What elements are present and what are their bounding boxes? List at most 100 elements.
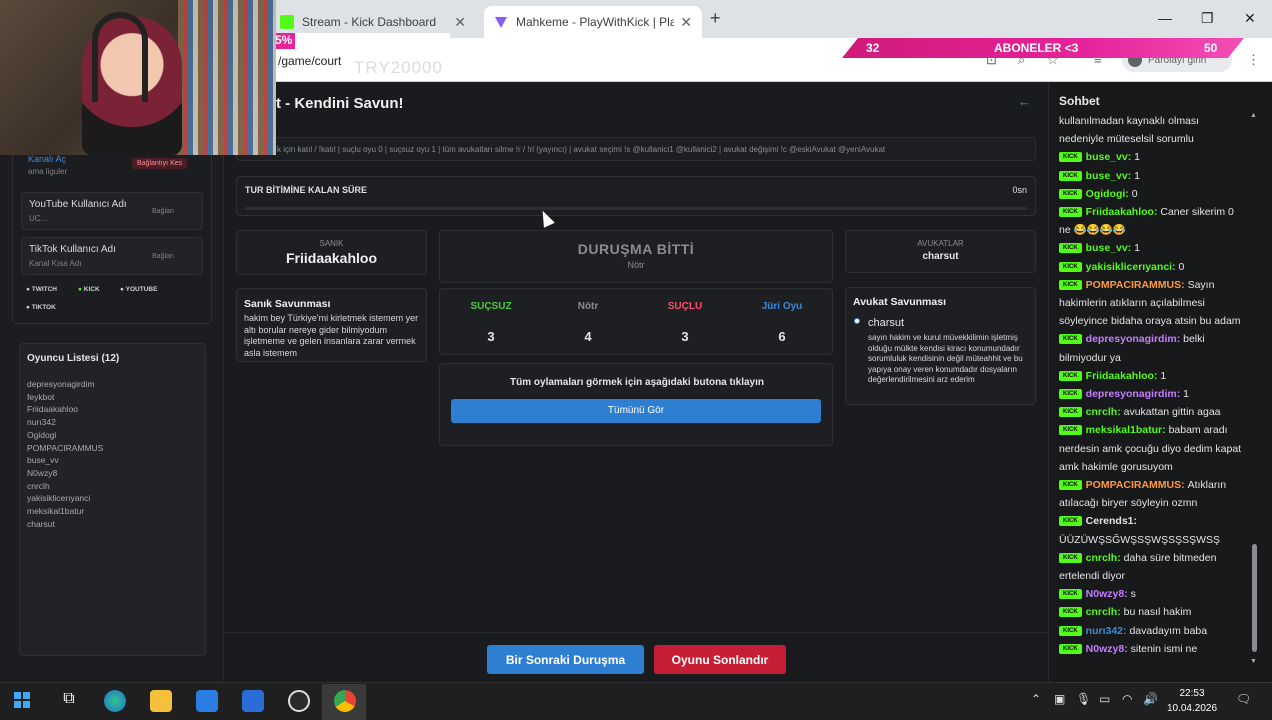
minimize-icon[interactable]: — [1158, 10, 1172, 26]
back-arrow-icon[interactable]: ← [1018, 94, 1031, 109]
obs-icon[interactable] [288, 690, 310, 712]
close-tab-icon[interactable]: ✕ [454, 14, 466, 31]
kick-badge-icon: KICK [1059, 152, 1082, 163]
chat-username[interactable]: Friidaakahloo [1086, 206, 1154, 218]
youtube-username-label: YouTube Kullanıcı Adı [29, 199, 127, 210]
chat-text: kullanılmadan kaynaklı olması nedeniyle … [1059, 115, 1200, 146]
goal-target: 50 [1204, 41, 1218, 55]
chat-username[interactable]: N0wzy8 [1086, 643, 1125, 655]
tiktok-username-label: TikTok Kullanıcı Adı [29, 244, 116, 255]
lawyer-radio-icon[interactable] [854, 318, 860, 324]
chat-text: 1 [1134, 242, 1140, 255]
chat-username[interactable]: depresyonagirdim [1086, 388, 1177, 400]
timer-value: 0sn [1012, 185, 1027, 195]
goal-label: ABONELER <3 [994, 41, 1079, 55]
overlay-percent-text: 5% [275, 33, 293, 47]
open-channel-link[interactable]: Kanalı Aç [28, 154, 66, 164]
end-game-button[interactable]: Oyunu Sonlandır [654, 645, 786, 674]
chat-message: KICK cnrclh: avukattan gittin agaa [1059, 403, 1246, 421]
player-list-item: N0wzy8 [27, 467, 58, 478]
youtube-username-input[interactable]: UC... [29, 214, 47, 223]
chat-username[interactable]: POMPACIRAMMUS [1086, 479, 1181, 491]
task-view-icon[interactable]: ⧉ [58, 690, 80, 712]
chat-username[interactable]: Friidaakahloo [1086, 370, 1154, 382]
chat-username[interactable]: buse_vv [1086, 242, 1128, 254]
kick-badge-icon: KICK [1059, 516, 1082, 527]
menu-dots-icon[interactable]: ⋮ [1247, 52, 1260, 68]
edge-icon[interactable] [104, 690, 126, 712]
tab-mahkeme[interactable]: Mahkeme - PlayWithKick | Play ✕ [484, 6, 702, 38]
tab-title: Mahkeme - PlayWithKick | Play [516, 15, 675, 29]
restore-icon[interactable]: ❐ [1201, 10, 1214, 27]
microphone-icon[interactable]: 🎙 [1076, 692, 1091, 706]
chat-message: KICK yakisiklicerıyanci: 0 [1059, 258, 1246, 276]
battery-icon[interactable]: ▭ [1099, 692, 1110, 706]
chat-message: kullanılmadan kaynaklı olması nedeniyle … [1059, 112, 1246, 148]
chat-username[interactable]: meksikal1batur [1086, 424, 1162, 436]
chat-scrollbar[interactable] [1252, 544, 1257, 652]
chat-message: KICK cnrclh: daha süre bitmeden ertelendi… [1059, 549, 1246, 585]
kick-favicon-icon [280, 15, 294, 29]
disconnect-button[interactable]: Bağlantıyı Kes [132, 158, 188, 169]
chat-text: bu nasıl hakim [1123, 606, 1192, 619]
chat-username[interactable]: depresyonagirdim [1086, 333, 1177, 345]
player-list-item: feykbot [27, 391, 55, 402]
store-icon[interactable] [196, 690, 218, 712]
chat-colon: : [1133, 515, 1138, 528]
kick-badge-icon: KICK [1059, 389, 1082, 400]
scroll-down-icon[interactable]: ▼ [1250, 658, 1257, 665]
windows-start-icon[interactable] [12, 690, 34, 712]
chat-username[interactable]: cnrclh [1086, 552, 1118, 564]
chat-text: 1 [1134, 151, 1140, 164]
goal-current: 32 [866, 41, 880, 55]
youtube-connect-button[interactable]: Bağlan [152, 208, 174, 215]
file-explorer-icon[interactable] [150, 690, 172, 712]
next-trial-button[interactable]: Bir Sonraki Duruşma [487, 645, 644, 674]
tiktok-connect-button[interactable]: Bağlan [152, 253, 174, 260]
chat-message-list[interactable]: kullanılmadan kaynaklı olması nedeniyle … [1059, 112, 1246, 668]
vote-label: SUÇSUZ [470, 301, 512, 312]
see-all-button[interactable]: Tümünü Gör [451, 399, 821, 423]
chat-text: davadayım baba [1129, 624, 1208, 637]
chat-username[interactable]: yakisiklicerıyanci [1086, 261, 1172, 273]
chat-username[interactable]: buse_vv [1086, 151, 1128, 163]
volume-icon[interactable]: 🔊 [1143, 692, 1158, 706]
chat-username[interactable]: nurı342 [1086, 625, 1123, 637]
chat-message: KICK meksikal1batur: babam aradı nerdesin… [1059, 421, 1246, 476]
tray-chevron-icon[interactable]: ⌃ [1031, 692, 1041, 706]
vote-count: 6 [778, 329, 786, 344]
defendant-name: Friidaakahloo [285, 250, 378, 266]
chat-username[interactable]: cnrclh [1086, 606, 1118, 618]
scroll-up-icon[interactable]: ▲ [1250, 112, 1257, 119]
kick-badge-icon: KICK [1059, 552, 1082, 563]
tiktok-username-input[interactable]: Kanal Kısa Adı [29, 259, 81, 268]
chat-username[interactable]: POMPACIRAMMUS [1086, 279, 1181, 291]
kick-badge-icon: KICK [1059, 243, 1082, 254]
close-tab-icon[interactable]: ✕ [680, 14, 692, 31]
chat-username[interactable]: N0wzy8 [1086, 588, 1125, 600]
chrome-icon[interactable] [334, 690, 356, 712]
chat-text: 0 [1131, 187, 1138, 200]
mail-icon[interactable] [242, 690, 264, 712]
channel-sub: ama liguler [28, 167, 68, 176]
tray-app-icon[interactable]: ▣ [1054, 692, 1065, 706]
defendant-defense-title: Sanık Savunması [244, 298, 331, 310]
chat-username[interactable]: buse_vv [1086, 170, 1128, 182]
kick-badge-icon: KICK [1059, 425, 1082, 436]
chat-text: avukattan gittin agaa [1123, 406, 1221, 419]
chat-message: KICK POMPACIRAMMUS: Sayın hakimlerin atık… [1059, 276, 1246, 331]
lawyers-label: AVUKATLAR [917, 239, 964, 248]
chat-message: KICK POMPACIRAMMUS: Atıkların atılacağı b… [1059, 476, 1246, 512]
taskbar-clock[interactable]: 22:53 10.04.2026 [1166, 686, 1218, 716]
chat-username[interactable]: Cerends1 [1086, 515, 1134, 527]
new-tab-icon[interactable]: + [710, 8, 721, 29]
close-window-icon[interactable]: ✕ [1244, 10, 1256, 27]
chat-username[interactable]: cnrclh [1086, 406, 1118, 418]
chat-text: 1 [1160, 369, 1167, 382]
notification-icon[interactable]: 🗨 [1236, 692, 1251, 706]
chat-username[interactable]: Ogidogi [1086, 188, 1126, 200]
wifi-icon[interactable]: ◠ [1122, 692, 1132, 706]
see-all-text: Tüm oylamaları görmek için aşağıdaki but… [510, 377, 764, 388]
url-field[interactable]: /game/court [278, 54, 341, 68]
page-title: t - Kendini Savun! [276, 95, 404, 112]
